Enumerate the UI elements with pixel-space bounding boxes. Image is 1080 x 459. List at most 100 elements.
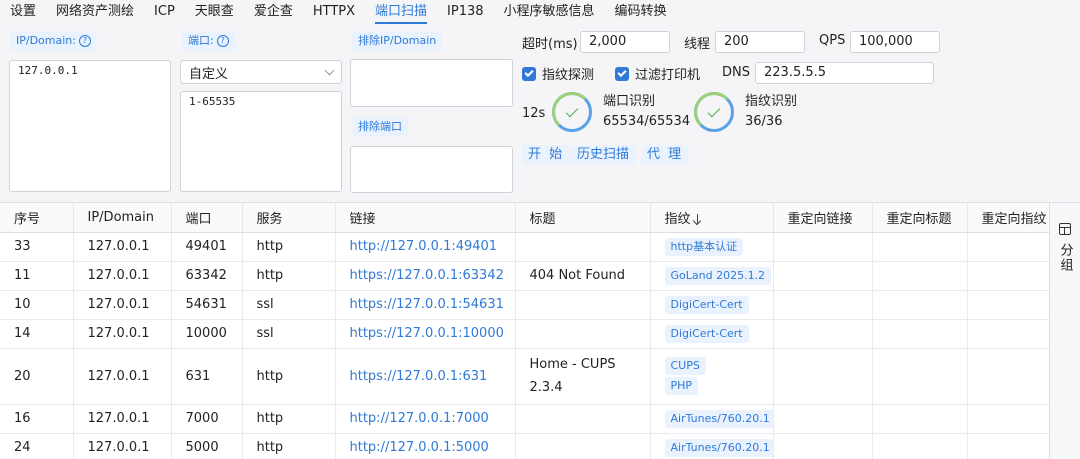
redirect-link-cell: [773, 433, 873, 459]
fingerprint-progress-ring: [694, 92, 734, 132]
row-port-cell: 5000: [171, 433, 243, 459]
row-ip-cell: 127.0.0.1: [73, 433, 172, 459]
tab-item[interactable]: HTTPX: [303, 0, 365, 24]
filter-printer-checkbox[interactable]: 过滤打印机: [615, 64, 700, 83]
qps-input[interactable]: 100,000: [850, 31, 940, 53]
row-link-cell[interactable]: https://127.0.0.1:10000: [335, 319, 516, 349]
row-link-cell[interactable]: http://127.0.0.1:49401: [335, 232, 516, 262]
fingerprint-progress-title: 指纹识别: [745, 94, 798, 109]
row-id-cell: 24: [0, 433, 74, 459]
sort-down-icon[interactable]: [696, 214, 698, 225]
checkbox-checked-icon: [615, 66, 629, 81]
threads-input[interactable]: 200: [715, 31, 805, 53]
redirect-link-cell: [773, 261, 873, 291]
ip-domain-label: IP/Domain: ?: [10, 31, 97, 51]
column-header[interactable]: 服务: [242, 203, 336, 233]
redirect-fingerprint-cell: [967, 433, 1049, 459]
column-header[interactable]: 序号: [0, 203, 74, 233]
timeout-label: 超时(ms): [522, 37, 578, 52]
results-table: 序号 IP/Domain 端口 服务 链接 标题 指纹 重定向链接 重定向标题 重定向指纹 33 1…: [0, 202, 1049, 459]
exclude-port-input[interactable]: [350, 146, 513, 193]
tab-bar: 设置 网络资产测绘 ICP 天眼查 爱企查 HTTPX 端口扫描 IP138 小程序敏感信息 编码…: [0, 0, 1080, 24]
row-title-cell: 404 Not Found: [515, 261, 651, 291]
help-icon[interactable]: ?: [78, 35, 91, 47]
row-ip-cell: 127.0.0.1: [73, 232, 172, 262]
row-link-cell[interactable]: https://127.0.0.1:631: [335, 348, 516, 405]
row-title-cell: [515, 319, 651, 349]
fingerprint-checkbox[interactable]: 指纹探测: [522, 64, 594, 83]
column-header[interactable]: 重定向链接: [773, 203, 873, 233]
row-fingerprint-cell: AirTunes/760.20.1: [650, 404, 774, 434]
table-row[interactable]: 33 127.0.0.1 49401 http http://127.0.0.1:494…: [0, 232, 1049, 262]
tab-item[interactable]: 天眼查: [185, 0, 244, 24]
proxy-button[interactable]: 代 理: [641, 145, 690, 165]
tab-item[interactable]: 编码转换: [605, 0, 677, 24]
table-row[interactable]: 10 127.0.0.1 54631 ssl https://127.0.0.1:546…: [0, 290, 1049, 320]
column-header[interactable]: 指纹: [650, 203, 774, 233]
port-label-text: 端口:: [188, 34, 214, 47]
port-preset-select[interactable]: 自定义: [180, 60, 342, 84]
table-row[interactable]: 24 127.0.0.1 5000 http http://127.0.0.1:5000…: [0, 433, 1049, 459]
timeout-input[interactable]: 2,000: [580, 31, 670, 53]
tab-item[interactable]: 端口扫描: [365, 0, 437, 24]
fingerprint-progress-count: 36/36: [745, 114, 783, 129]
port-range-input[interactable]: 1-65535: [180, 91, 342, 192]
row-id-cell: 10: [0, 290, 74, 320]
column-header[interactable]: 重定向指纹: [967, 203, 1049, 233]
tab-item[interactable]: 网络资产测绘: [46, 0, 144, 24]
row-service-cell: http: [242, 433, 336, 459]
chevron-down-icon: [324, 65, 335, 76]
table-row[interactable]: 11 127.0.0.1 63342 http https://127.0.0.1:63…: [0, 261, 1049, 291]
column-header-label: 服务: [256, 211, 283, 227]
row-link-cell[interactable]: http://127.0.0.1:5000: [335, 433, 516, 459]
redirect-fingerprint-cell: [967, 348, 1049, 405]
row-link-cell[interactable]: https://127.0.0.1:63342: [335, 261, 516, 291]
row-service-cell: http: [242, 261, 336, 291]
exclude-ip-input[interactable]: [350, 59, 513, 107]
column-header-label: 序号: [14, 211, 41, 227]
dns-input[interactable]: 223.5.5.5: [755, 62, 934, 84]
redirect-fingerprint-cell: [967, 404, 1049, 434]
table-row[interactable]: 14 127.0.0.1 10000 ssl https://127.0.0.1:100…: [0, 319, 1049, 349]
row-fingerprint-cell: http基本认证: [650, 232, 774, 262]
column-header-label: 重定向标题: [886, 211, 952, 227]
row-ip-cell: 127.0.0.1: [73, 319, 172, 349]
column-header[interactable]: 链接: [335, 203, 516, 233]
fingerprint-tag: DigiCert-Cert: [664, 295, 749, 314]
column-header[interactable]: 重定向标题: [872, 203, 968, 233]
row-port-cell: 63342: [171, 261, 243, 291]
column-header-label: 链接: [349, 211, 376, 227]
qps-label: QPS: [819, 33, 846, 48]
help-icon[interactable]: ?: [216, 35, 229, 47]
group-side-panel[interactable]: 分组: [1049, 202, 1080, 459]
row-link-cell[interactable]: https://127.0.0.1:54631: [335, 290, 516, 320]
table-row[interactable]: 16 127.0.0.1 7000 http http://127.0.0.1:7000…: [0, 404, 1049, 434]
exclude-port-label: 排除端口: [352, 117, 408, 137]
tab-item[interactable]: 设置: [0, 0, 46, 24]
elapsed-time: 12s: [522, 106, 546, 121]
start-button[interactable]: 开 始: [522, 145, 571, 165]
history-scan-button[interactable]: 历史扫描: [571, 145, 636, 165]
column-header[interactable]: 端口: [171, 203, 243, 233]
row-title-cell: Home - CUPS 2.3.4: [515, 348, 651, 405]
tab-item[interactable]: ICP: [144, 0, 185, 24]
redirect-link-cell: [773, 319, 873, 349]
table-group-icon: [1059, 223, 1071, 235]
tab-item[interactable]: IP138: [437, 0, 494, 24]
tab-item[interactable]: 爱企查: [244, 0, 303, 24]
fingerprint-tag: AirTunes/760.20.1: [664, 438, 772, 457]
fingerprint-tag: GoLand 2025.1.2: [664, 266, 772, 285]
column-header-label: IP/Domain: [87, 209, 155, 225]
ip-domain-input[interactable]: 127.0.0.1: [9, 60, 171, 192]
column-header[interactable]: IP/Domain: [73, 203, 172, 233]
redirect-title-cell: [872, 261, 968, 291]
row-ip-cell: 127.0.0.1: [73, 404, 172, 434]
table-row[interactable]: 20 127.0.0.1 631 http https://127.0.0.1:631 H…: [0, 348, 1049, 405]
column-header-label: 端口: [185, 211, 212, 227]
row-title-cell: [515, 404, 651, 434]
row-service-cell: http: [242, 348, 336, 405]
column-header[interactable]: 标题: [515, 203, 651, 233]
tab-item[interactable]: 小程序敏感信息: [494, 0, 605, 24]
port-progress-ring: [552, 92, 592, 132]
row-link-cell[interactable]: http://127.0.0.1:7000: [335, 404, 516, 434]
